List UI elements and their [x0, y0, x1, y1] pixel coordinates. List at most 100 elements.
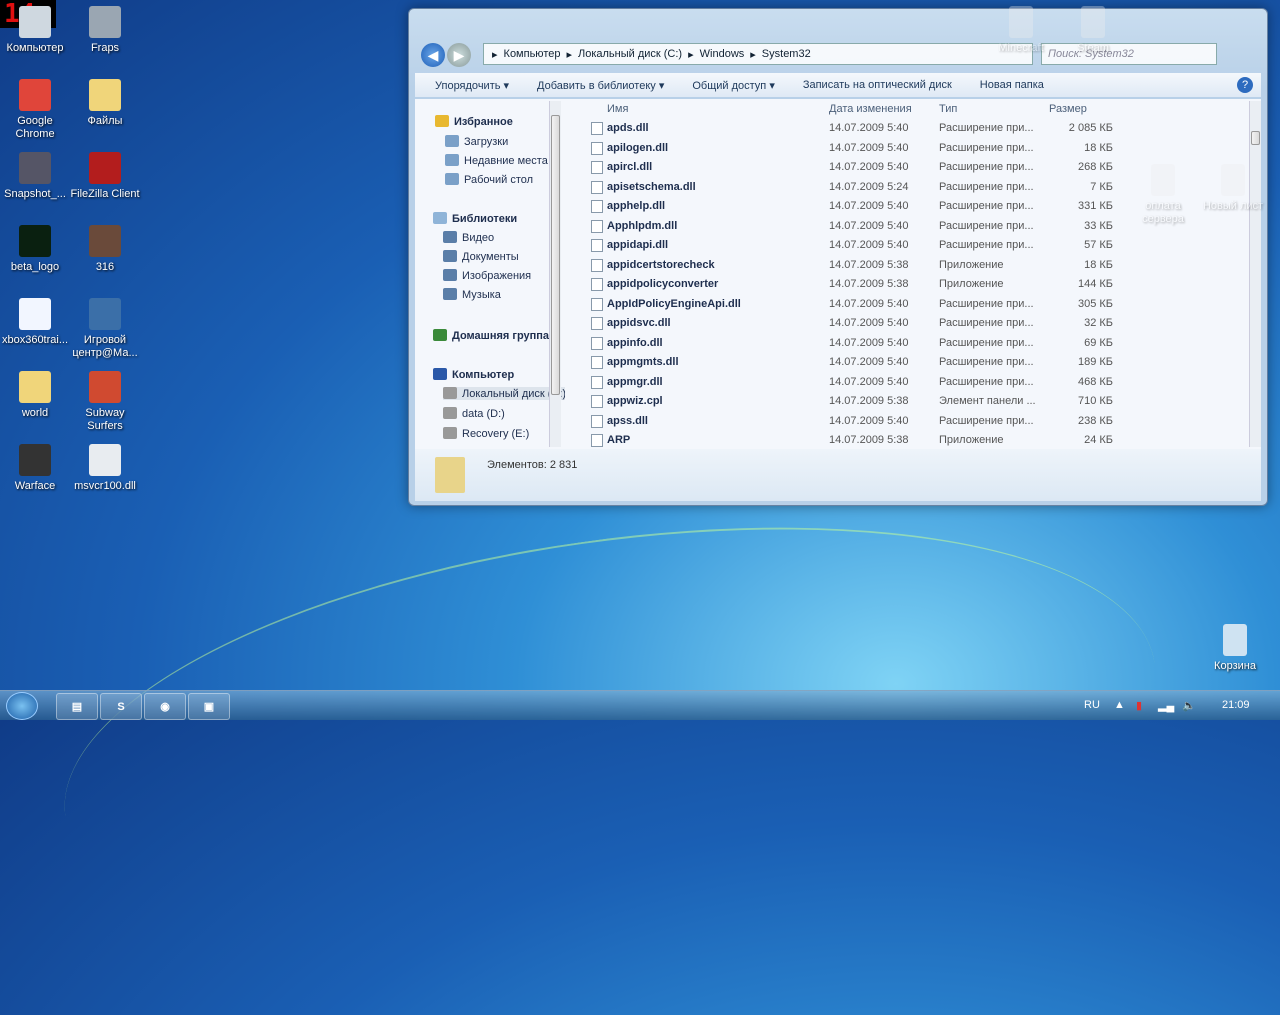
nav-item-label: Компьютер [452, 369, 515, 381]
nav-item[interactable]: Домашняя группа [433, 329, 549, 342]
file-row[interactable]: appidapi.dll 14.07.2009 5:40 Расширение пр… [575, 236, 1247, 255]
desktop-icon[interactable]: Компьютер [0, 6, 70, 55]
file-type: Расширение при... [939, 297, 1034, 310]
desktop-icon[interactable]: Google Chrome [0, 79, 70, 141]
file-date: 14.07.2009 5:40 [829, 239, 909, 251]
nav-item-icon [443, 387, 457, 399]
nav-scrollbar[interactable] [549, 101, 561, 447]
back-button[interactable]: ◀ [421, 43, 445, 67]
desktop-icon-image [1221, 164, 1245, 196]
nav-item[interactable]: Локальный диск (C:) [443, 387, 565, 400]
desktop-icon[interactable]: FileZilla Client [70, 152, 140, 201]
nav-item-icon [443, 407, 457, 419]
desktop-icon[interactable]: xbox360trai... [0, 298, 70, 347]
forward-button[interactable]: ▶ [447, 43, 471, 67]
signal-icon[interactable]: ▂▄ [1158, 699, 1174, 712]
desktop-icon[interactable]: Minecraft [986, 6, 1056, 55]
nav-item-label: Рабочий стол [464, 174, 534, 186]
file-size: 32 КБ [1084, 317, 1113, 329]
file-row[interactable]: appidsvc.dll 14.07.2009 5:40 Расширение пр… [575, 314, 1247, 333]
list-scrollbar[interactable] [1249, 101, 1261, 447]
file-date: 14.07.2009 5:40 [829, 414, 909, 427]
nav-item[interactable]: Избранное [435, 115, 513, 128]
desktop-icon[interactable]: Snapshot_... [0, 152, 70, 201]
file-name: appidpolicyconverter [607, 278, 719, 290]
desktop-icon[interactable]: Warface [0, 444, 70, 493]
breadcrumb-item[interactable]: Компьютер [504, 48, 561, 60]
file-row[interactable]: apilogen.dll 14.07.2009 5:40 Расширение пр… [575, 139, 1247, 158]
desktop-icon[interactable]: Игровой центр@Ма... [70, 298, 140, 360]
file-size: 18 КБ [1084, 258, 1113, 271]
volume-icon[interactable]: 🔈 [1182, 699, 1196, 712]
column-header[interactable]: Дата изменения [829, 103, 912, 115]
file-row[interactable]: appidpolicyconverter 14.07.2009 5:38 Прило… [575, 275, 1247, 294]
desktop-icon[interactable]: Файлы [70, 79, 140, 128]
file-row[interactable]: ARP 14.07.2009 5:38 Приложение 24 КБ [575, 431, 1247, 450]
desktop-icon[interactable]: msvcr100.dll [70, 444, 140, 493]
nav-item-label: Избранное [454, 116, 513, 128]
navigation-pane: Избранное Загрузки Недавние места Рабочий с… [415, 99, 565, 449]
clock[interactable]: 21:09 [1222, 699, 1250, 711]
toolbar-button[interactable]: Упорядочить ▾ [435, 79, 509, 92]
nav-item[interactable]: Изображения [443, 269, 531, 282]
toolbar-button[interactable]: Добавить в библиотеку ▾ [537, 79, 664, 92]
nav-item[interactable]: Рабочий стол [445, 173, 533, 186]
file-row[interactable]: appmgr.dll 14.07.2009 5:40 Расширение при.… [575, 373, 1247, 392]
nav-item[interactable]: Видео [443, 231, 494, 244]
file-row[interactable]: appmgmts.dll 14.07.2009 5:40 Расширение пр… [575, 353, 1247, 372]
breadcrumb-separator: ▸ [688, 48, 694, 61]
nav-item[interactable]: Recovery (E:) [443, 427, 529, 440]
file-name: apphelp.dll [607, 200, 666, 212]
desktop-icon[interactable]: world [0, 371, 70, 420]
desktop-icon[interactable]: оплата сервера [1128, 164, 1198, 226]
column-header[interactable]: Размер [1049, 103, 1087, 115]
toolbar-button[interactable]: Новая папка [980, 79, 1044, 91]
desktop-icon[interactable]: Корзина [1200, 624, 1270, 673]
desktop-icon[interactable]: Subway Surfers [70, 371, 140, 433]
breadcrumb-item[interactable]: System32 [762, 48, 811, 60]
file-row[interactable]: apss.dll 14.07.2009 5:40 Расширение при...… [575, 412, 1247, 431]
breadcrumb-separator: ▸ [492, 48, 498, 61]
tray-expand-icon[interactable]: ▲ [1114, 699, 1125, 711]
nav-item[interactable]: Компьютер [433, 368, 514, 381]
column-header[interactable]: Имя [607, 103, 628, 115]
file-size: 24 КБ [1084, 434, 1113, 446]
file-size: 305 КБ [1077, 297, 1113, 310]
dll-file-icon [591, 200, 603, 213]
file-row[interactable]: AppIdPolicyEngineApi.dll 14.07.2009 5:40 Р… [575, 295, 1247, 314]
desktop-icon[interactable]: beta_logo [0, 225, 70, 274]
taskbar-fraps-button[interactable]: ▣ [188, 693, 230, 720]
toolbar-button[interactable]: Общий доступ ▾ [692, 79, 774, 92]
file-row[interactable]: apds.dll 14.07.2009 5:40 Расширение при...… [575, 119, 1247, 138]
desktop-icon[interactable]: Новый лист [1198, 164, 1268, 213]
breadcrumb-item[interactable]: Windows [700, 48, 745, 60]
nav-item[interactable]: Музыка [443, 288, 501, 301]
toolbar-button[interactable]: Записать на оптический диск [803, 79, 952, 91]
start-button[interactable] [6, 692, 38, 720]
network-error-icon[interactable]: ▮ [1136, 699, 1142, 712]
list-scroll-thumb[interactable] [1251, 131, 1260, 145]
nav-item[interactable]: Загрузки [445, 135, 508, 148]
taskbar-chrome-button[interactable]: ◉ [144, 693, 186, 720]
address-bar[interactable]: ▸ Компьютер ▸ Локальный диск (C:) ▸ Windows ▸ S… [483, 43, 1033, 65]
file-row[interactable]: appidcertstorecheck 14.07.2009 5:38 Прилож… [575, 256, 1247, 275]
help-icon[interactable]: ? [1237, 77, 1253, 93]
desktop-icon[interactable]: Steam [1058, 6, 1128, 55]
file-row[interactable]: appinfo.dll 14.07.2009 5:40 Расширение при… [575, 334, 1247, 353]
file-date: 14.07.2009 5:40 [829, 356, 909, 368]
nav-item[interactable]: Недавние места [445, 154, 548, 167]
nav-scroll-thumb[interactable] [551, 115, 560, 395]
taskbar-skype-button[interactable]: S [100, 693, 142, 720]
breadcrumb-item[interactable]: Локальный диск (C:) [578, 48, 682, 60]
desktop-icon[interactable]: 316 [70, 225, 140, 274]
nav-item-icon [445, 135, 459, 147]
column-header[interactable]: Тип [939, 103, 957, 115]
file-size: 57 КБ [1084, 239, 1113, 251]
nav-item[interactable]: data (D:) [443, 407, 505, 420]
file-row[interactable]: appwiz.cpl 14.07.2009 5:38 Элемент панели … [575, 392, 1247, 411]
language-indicator[interactable]: RU [1084, 699, 1100, 711]
nav-item[interactable]: Библиотеки [433, 212, 517, 225]
nav-item[interactable]: Документы [443, 250, 519, 263]
desktop-icon[interactable]: Fraps [70, 6, 140, 55]
taskbar-explorer-button[interactable]: ▤ [56, 693, 98, 720]
